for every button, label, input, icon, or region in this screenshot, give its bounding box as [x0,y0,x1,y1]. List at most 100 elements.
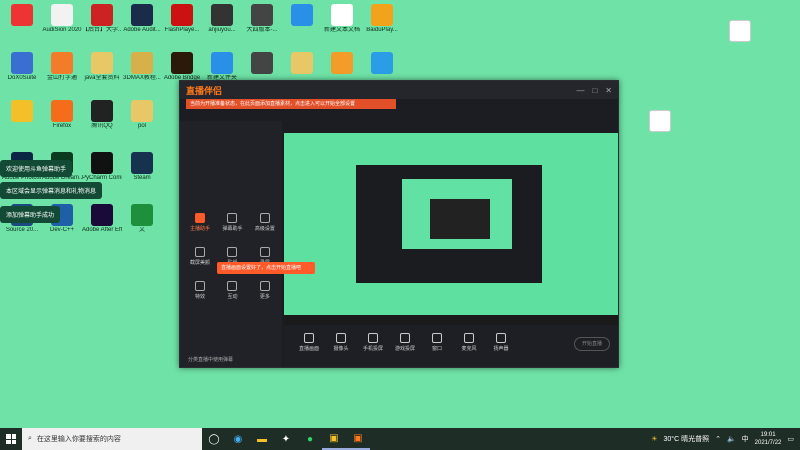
app-icon [251,4,273,26]
sidebar-item-settings[interactable]: 高级设置 [251,211,279,239]
app-icon [51,100,73,122]
taskbar: ⌕ 在这里输入你要搜索的内容 ◯ ◉ ▬ ✦ ● ▣ ▣ ☀ 30°C 晴光普照… [0,428,800,450]
tool-speaker[interactable]: 扬声器 [488,333,514,352]
desktop-icon-label: Source 20... [5,227,39,233]
lang-indicator[interactable]: 中 [742,434,749,444]
interact-icon [227,281,238,291]
desktop-icon-label: Adobe Audit... [123,27,161,33]
sidebar-item-anchor-helper[interactable]: 主播助手 [186,211,214,239]
document-icon [729,20,751,42]
app-icon [331,4,353,26]
minimize-icon[interactable]: — [576,86,584,95]
desktop-icon[interactable] [282,4,322,27]
desktop-icon[interactable]: 大四版本-... [242,4,282,34]
desktop-icon[interactable] [2,100,42,123]
desktop-icon[interactable]: 新建文件夹 [202,52,242,82]
clock[interactable]: 19:01 2021/7/22 [755,431,782,447]
time: 19:01 [760,432,776,438]
desktop-icon[interactable] [362,52,402,75]
volume-icon[interactable]: 🔈 [727,435,736,443]
preview-taskbar [284,315,618,325]
nested-preview-window [430,199,490,239]
desktop-icon-label: FlashPlaye... [164,27,200,33]
task-view-icon[interactable]: ◯ [202,428,226,450]
sidebar-item-effects[interactable]: 特效 [186,279,214,307]
desktop-icon[interactable]: java全套资料 [82,52,122,82]
desktop-icon[interactable] [640,110,680,132]
sidebar-item-beauty[interactable]: 截屏美颜 [186,245,214,273]
desktop-icon[interactable]: pol [122,100,162,130]
desktop-icon[interactable]: Steam [122,152,162,182]
desktop-icon[interactable]: 3DMAX教程... [122,52,162,82]
desktop-icon[interactable]: 新建文本文档 [322,4,362,34]
search-icon: ⌕ [28,435,32,442]
notification-icon[interactable]: ▭ [787,435,794,443]
explorer-icon[interactable]: ▬ [250,428,274,450]
desktop-icon[interactable]: Firefox [42,100,82,130]
tool-window[interactable]: 窗口 [424,333,450,352]
tool-mic[interactable]: 麦克风 [456,333,482,352]
desktop-icon[interactable] [242,52,282,75]
settings-icon[interactable]: ✦ [274,428,298,450]
desktop-icon[interactable]: anjiuyou... [202,4,242,34]
desktop-icon[interactable] [322,52,362,75]
tool-game[interactable]: 游戏投屏 [392,333,418,352]
desktop-icon[interactable]: 【后台】大学... [82,4,122,34]
app-icon [11,100,33,122]
app-icon [251,52,273,74]
desktop-icon-label: Dev-C++ [49,227,74,233]
desktop-icon[interactable]: Adobe Audit... [122,4,162,34]
notice-banner: 当前为开播准备状态，在此页面添加直播素材，点击进入可以开始全部设置 [186,99,396,109]
title-bar: 直播伴侣 — □ ✕ [180,81,618,99]
tray-up-icon[interactable]: ⌃ [715,435,721,443]
desktop-icon[interactable]: FlashPlaye... [162,4,202,34]
desktop-icon[interactable]: 腾讯QQ [82,100,122,130]
desktop-icon[interactable] [2,4,42,27]
app-icon [91,204,113,226]
desktop-icon[interactable]: DoX0Suite [2,52,42,82]
desktop-icon[interactable]: AudiSion 2020 [42,4,82,34]
desktop-icon-label: java全套资料 [84,75,120,81]
desktop-icon[interactable]: Adobe After Effects 2020 [82,204,122,234]
desktop-icon-label: 文 [138,227,145,233]
edge-icon[interactable]: ◉ [226,428,250,450]
nested-preview [356,165,542,283]
phone-icon [368,333,378,343]
tool-screen[interactable]: 直播画面 [296,333,322,352]
search-box[interactable]: ⌕ 在这里输入你要搜索的内容 [22,428,202,450]
beauty-icon [195,247,205,257]
desktop-icon[interactable]: PyCharm Command... [82,152,122,182]
sidebar-item-more[interactable]: 更多 [251,279,279,307]
sticker-icon [227,247,238,257]
desktop-icon-label: 3DMAX教程... [123,75,161,81]
desktop-icon[interactable]: 文 [122,204,162,234]
app-icon [131,204,153,226]
desktop-icon[interactable]: 金山打字通 [42,52,82,82]
tool-camera[interactable]: 摄像头 [328,333,354,352]
tool-phone[interactable]: 手机投屏 [360,333,386,352]
qq-icon[interactable]: ▣ [322,428,346,450]
desktop-icon-label: 【后台】大学... [82,27,122,33]
camera-icon [336,333,346,343]
app-icon [131,100,153,122]
nested-preview-screen [402,179,512,249]
desktop-icon-label: 大四版本-... [246,27,278,33]
sidebar-item-danmu[interactable]: 弹幕助手 [218,211,246,239]
start-live-button[interactable]: 开始直播 [574,337,610,351]
desktop-icon[interactable] [282,52,322,75]
desktop-icon[interactable]: Adobe Bridge [162,52,202,82]
app-icon [371,52,393,74]
app-icon [131,152,153,174]
desktop-icon-label: Adobe After Effects 2020 [82,227,122,233]
live-companion-icon[interactable]: ▣ [346,428,370,450]
start-button[interactable] [0,428,22,450]
maximize-icon[interactable]: □ [592,86,597,95]
desktop-icon[interactable] [720,20,760,42]
close-icon[interactable]: ✕ [605,86,612,95]
tip-popup: 直播画面设置好了，点击开始直播吧 [217,262,315,274]
source-toolbar: 直播画面 摄像头 手机投屏 游戏投屏 窗口 麦克风 扬声器 开始直播 [284,325,618,367]
desktop-icon[interactable]: BaiduPlay... [362,4,402,34]
app-icon [211,52,233,74]
app-icon[interactable]: ● [298,428,322,450]
sidebar-item-interact[interactable]: 互动 [218,279,246,307]
